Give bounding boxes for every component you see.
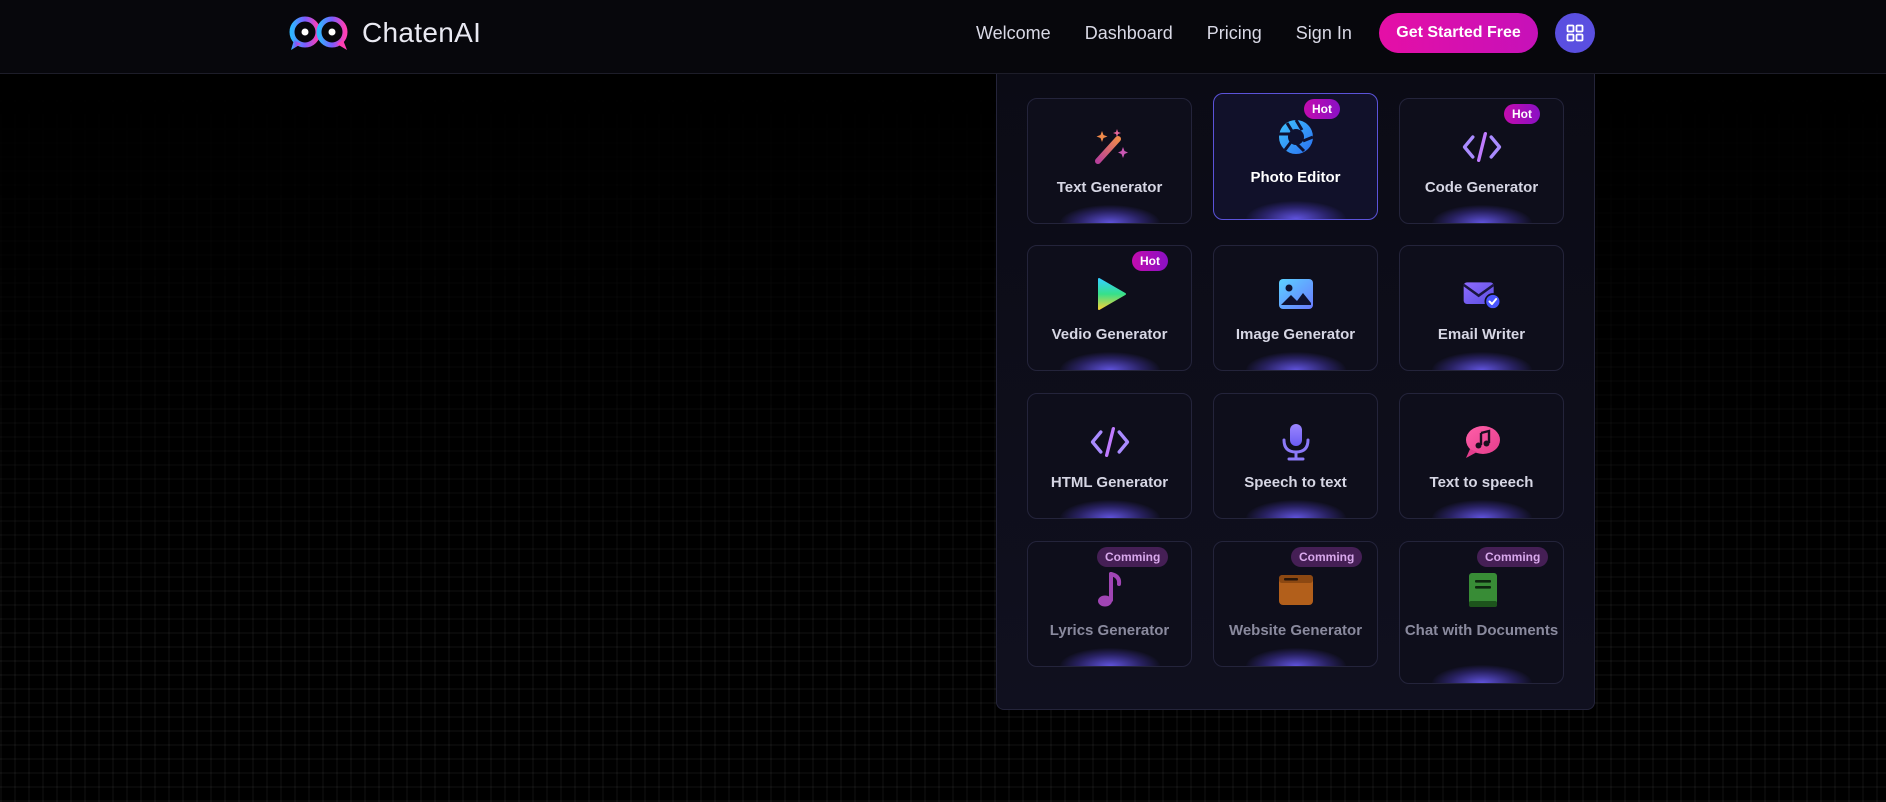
nav-link-dashboard[interactable]: Dashboard — [1085, 22, 1173, 44]
music-note-icon — [1098, 572, 1122, 607]
magic-wand-icon — [1095, 129, 1128, 164]
app-card-chat-with-documents[interactable]: Comming Chat with Documents — [1399, 541, 1564, 684]
card-glow — [1246, 352, 1346, 370]
image-icon — [1279, 279, 1313, 309]
app-card-code-generator[interactable]: Hot Code Generator — [1399, 98, 1564, 224]
camera-aperture-icon — [1279, 119, 1314, 154]
card-glow — [1060, 500, 1160, 518]
app-card-text-generator[interactable]: Text Generator — [1027, 98, 1192, 224]
apps-menu-button[interactable] — [1555, 13, 1595, 53]
chaten-logo-icon — [289, 16, 348, 50]
app-label: Text Generator — [1056, 179, 1163, 196]
app-label: Code Generator — [1424, 179, 1539, 196]
card-glow — [1060, 352, 1160, 370]
card-glow — [1432, 665, 1532, 683]
nav-link-pricing[interactable]: Pricing — [1207, 22, 1262, 44]
app-label: Speech to text — [1244, 474, 1347, 491]
brand-name: ChatenAI — [362, 17, 482, 48]
card-glow — [1060, 205, 1160, 223]
app-label: Chat with Documents — [1404, 622, 1559, 639]
hot-badge: Hot — [1504, 104, 1540, 124]
app-label: HTML Generator — [1050, 474, 1169, 491]
app-card-text-to-speech[interactable]: Text to speech — [1399, 393, 1564, 519]
app-card-image-generator[interactable]: Image Generator — [1213, 245, 1378, 371]
app-label: Website Generator — [1228, 622, 1363, 639]
book-icon — [1469, 573, 1497, 607]
app-card-lyrics-generator[interactable]: Comming Lyrics Generator — [1027, 541, 1192, 667]
grid-icon — [1566, 24, 1584, 42]
app-card-photo-editor[interactable]: Hot Photo Editor — [1213, 93, 1378, 220]
microphone-icon — [1282, 424, 1310, 461]
apps-dropdown-panel: Text Generator Hot Photo Editor Hot Code… — [996, 74, 1595, 710]
card-glow — [1246, 500, 1346, 518]
email-check-icon — [1462, 282, 1502, 310]
code-icon — [1462, 132, 1502, 162]
hot-badge: Hot — [1132, 251, 1168, 271]
app-card-email-writer[interactable]: Email Writer — [1399, 245, 1564, 371]
app-card-html-generator[interactable]: HTML Generator — [1027, 393, 1192, 519]
app-label: Photo Editor — [1250, 169, 1341, 186]
card-glow — [1246, 201, 1346, 219]
play-icon — [1098, 278, 1126, 310]
app-label: Lyrics Generator — [1049, 622, 1170, 639]
app-label: Text to speech — [1429, 474, 1534, 491]
app-label: Email Writer — [1437, 326, 1526, 343]
app-card-website-generator[interactable]: Comming Website Generator — [1213, 541, 1378, 667]
card-glow — [1432, 352, 1532, 370]
coming-badge: Comming — [1291, 547, 1363, 567]
app-card-vedio-generator[interactable]: Hot Vedio Generator — [1027, 245, 1192, 371]
nav-link-welcome[interactable]: Welcome — [976, 22, 1051, 44]
get-started-button[interactable]: Get Started Free — [1379, 13, 1538, 53]
card-glow — [1060, 648, 1160, 666]
logo[interactable]: ChatenAI — [288, 14, 481, 52]
main-nav: Welcome Dashboard Pricing Sign In — [976, 22, 1386, 44]
app-card-speech-to-text[interactable]: Speech to text — [1213, 393, 1378, 519]
hot-badge: Hot — [1304, 99, 1340, 119]
card-glow — [1246, 648, 1346, 666]
card-glow — [1432, 500, 1532, 518]
code-icon — [1090, 426, 1130, 457]
app-label: Image Generator — [1235, 326, 1356, 343]
nav-link-sign-in[interactable]: Sign In — [1296, 22, 1352, 44]
background-pattern — [0, 74, 1886, 802]
coming-badge: Comming — [1097, 547, 1169, 567]
browser-window-icon — [1279, 575, 1313, 605]
music-chat-icon — [1466, 426, 1500, 458]
coming-badge: Comming — [1477, 547, 1549, 567]
app-label: Vedio Generator — [1051, 326, 1168, 343]
card-glow — [1432, 205, 1532, 223]
navbar: ChatenAI Welcome Dashboard Pricing Sign … — [0, 0, 1886, 74]
